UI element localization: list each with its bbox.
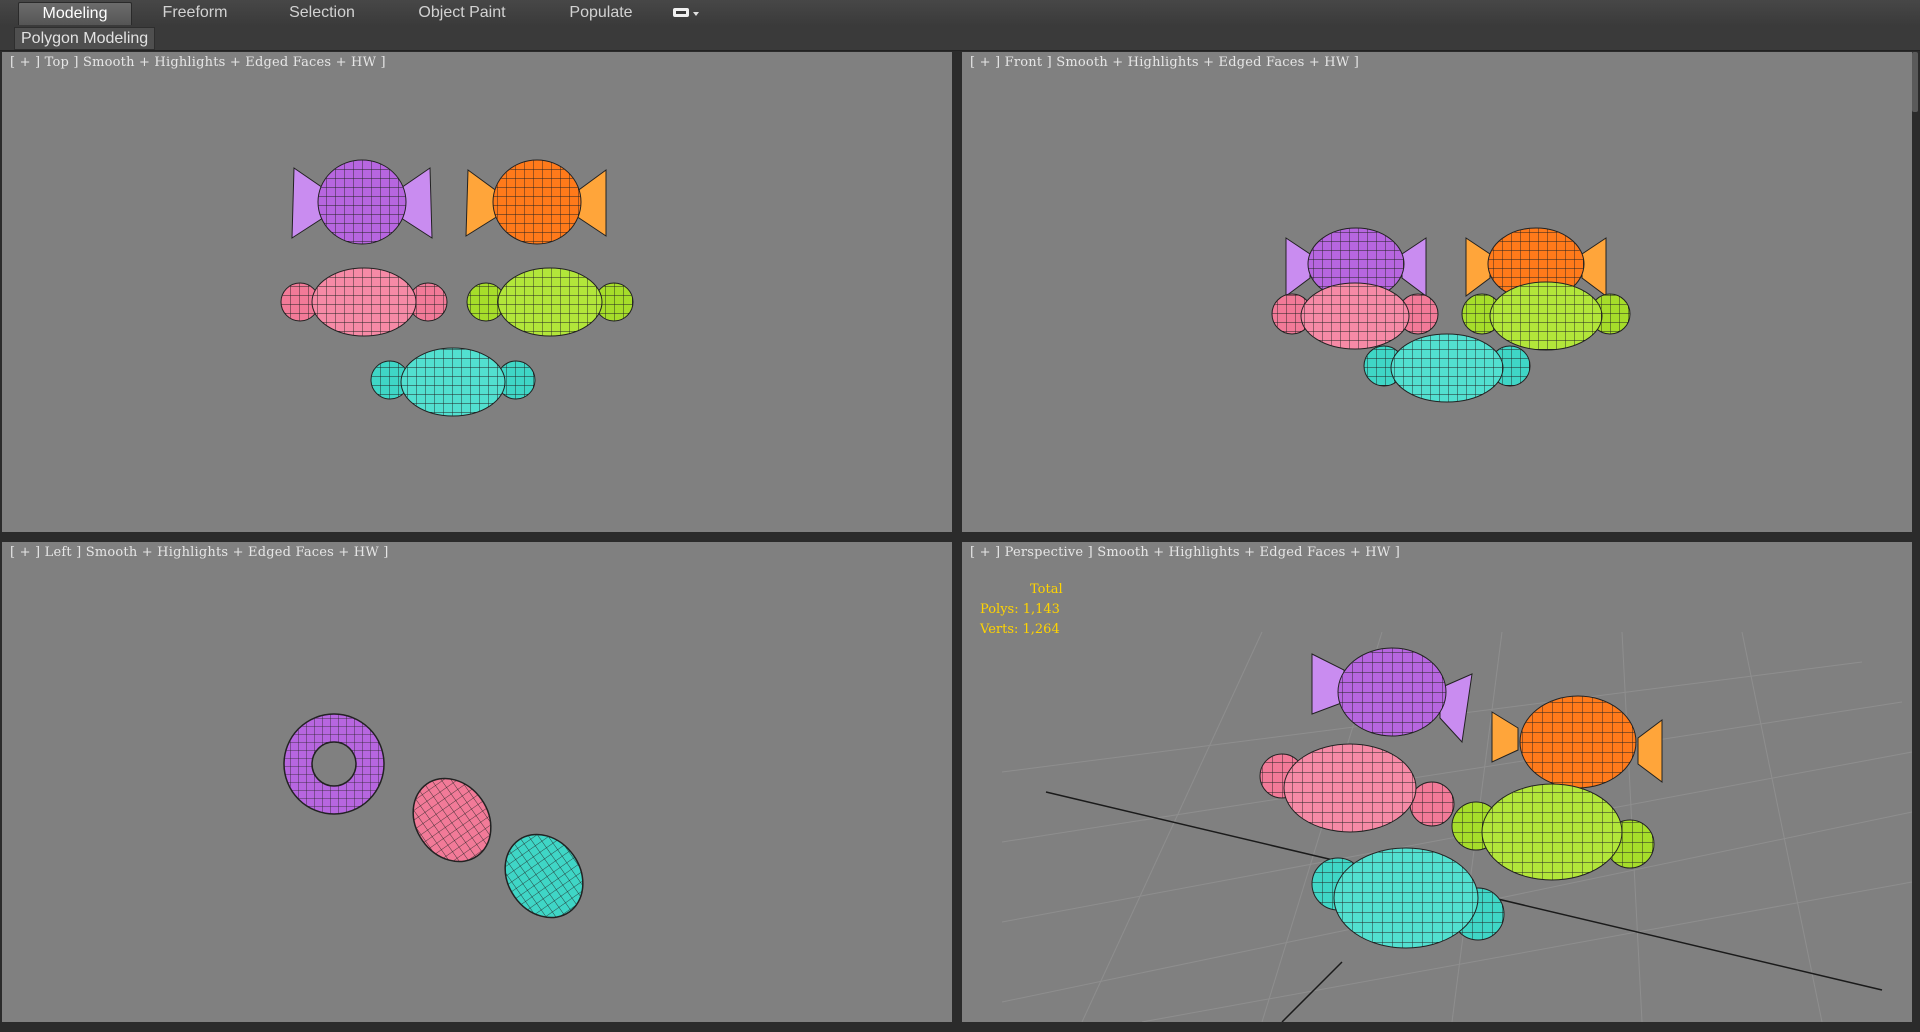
tab-populate[interactable]: Populate: [552, 2, 650, 24]
candy-pink: [1271, 282, 1439, 350]
candy-orange: [1491, 695, 1663, 789]
candy-pink: [1259, 743, 1455, 833]
viewport-perspective[interactable]: [ + ] Perspective ] Smooth + Highlights …: [962, 542, 1912, 1022]
tab-object-paint[interactable]: Object Paint: [400, 2, 524, 24]
tab-polygon-modeling[interactable]: Polygon Modeling: [14, 27, 156, 50]
candy-orange: [465, 159, 607, 245]
candy-cyan: [370, 347, 536, 417]
candy-pink: [280, 267, 448, 337]
viewport-left[interactable]: [ + ] Left ] Smooth + Highlights + Edged…: [2, 542, 952, 1022]
ribbon-subbar: Polygon Modeling: [0, 26, 1920, 51]
tab-freeform[interactable]: Freeform: [140, 2, 250, 24]
tab-selection[interactable]: Selection: [272, 2, 372, 24]
tab-modeling[interactable]: Modeling: [18, 2, 132, 25]
bottom-strip: [0, 1024, 1920, 1032]
viewport-perspective-scene: [1001, 631, 1912, 1022]
candy-pink-side: [412, 777, 492, 863]
candy-green: [466, 267, 634, 337]
viewport-front[interactable]: [ + ] Front ] Smooth + Highlights + Edge…: [962, 52, 1912, 532]
ribbon-options-icon[interactable]: [672, 5, 700, 21]
candy-purple-side: [283, 713, 385, 815]
candy-cyan-side: [504, 833, 584, 919]
viewport-scrollbar[interactable]: [1912, 52, 1918, 112]
ribbon: Modeling Freeform Selection Object Paint…: [0, 0, 1920, 27]
candy-purple: [291, 159, 433, 245]
candy-cyan: [1363, 333, 1531, 403]
candy-cyan: [1311, 847, 1505, 949]
viewport-left-scene: [283, 713, 584, 919]
y-axis-line: [1281, 961, 1343, 1022]
viewport-top-scene: [280, 159, 634, 417]
candy-purple: [1311, 647, 1473, 744]
candy-green: [1451, 783, 1655, 881]
viewport-front-scene: [1271, 227, 1631, 403]
viewport-top[interactable]: [ + ] Top ] Smooth + Highlights + Edged …: [2, 52, 952, 532]
